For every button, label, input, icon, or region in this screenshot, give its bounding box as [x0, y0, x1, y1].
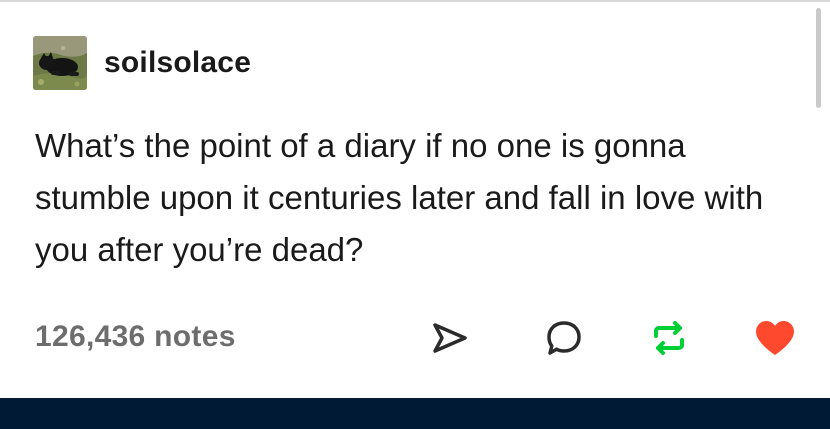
post-card: soilsolace What’s the point of a diary i… [0, 0, 830, 398]
notes-count[interactable]: 126,436 notes [35, 320, 236, 354]
bottom-nav-bar [0, 398, 830, 429]
share-button[interactable] [428, 316, 472, 360]
speech-bubble-icon [547, 321, 581, 355]
paper-plane-icon [433, 323, 467, 353]
like-button[interactable] [753, 316, 797, 360]
reply-button[interactable] [542, 316, 586, 360]
post-text: What’s the point of a diary if no one is… [35, 127, 764, 268]
avatar[interactable] [33, 36, 87, 90]
post-body: What’s the point of a diary if no one is… [35, 120, 795, 276]
post-header: soilsolace [33, 36, 251, 90]
black-dog-avatar-image [33, 36, 87, 90]
post-username[interactable]: soilsolace [104, 46, 251, 80]
post-footer: 126,436 notes [35, 312, 800, 362]
reblog-arrows-icon [654, 321, 684, 355]
heart-icon [756, 321, 794, 355]
reblog-button[interactable] [647, 316, 691, 360]
